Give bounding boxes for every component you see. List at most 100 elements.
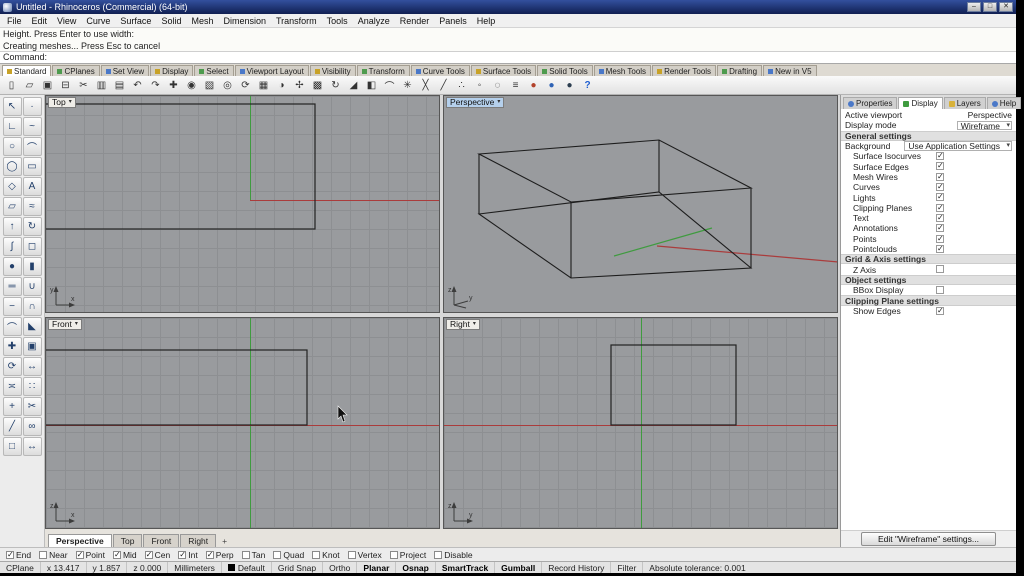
box-tool[interactable]: ◻ <box>23 237 42 256</box>
checkbox-icon[interactable] <box>76 551 84 559</box>
checkbox-icon[interactable] <box>312 551 320 559</box>
osnap-toggle[interactable]: Project <box>390 550 426 560</box>
status-toggle[interactable]: Planar <box>357 562 396 573</box>
setting-checkbox[interactable] <box>936 162 944 170</box>
osnap-toggle[interactable]: Quad <box>273 550 304 560</box>
open-file-button[interactable]: ▱ <box>21 77 38 93</box>
redo-button[interactable]: ↷ <box>147 77 164 93</box>
color-wheel-button[interactable]: ● <box>525 77 542 93</box>
osnap-toggle[interactable]: Tan <box>242 550 266 560</box>
checkbox-icon[interactable] <box>178 551 186 559</box>
save-button[interactable]: ▣ <box>39 77 56 93</box>
copy-button[interactable]: ▥ <box>93 77 110 93</box>
toolbar-tab[interactable]: Mesh Tools <box>594 65 651 76</box>
mirror-button[interactable]: ◧ <box>363 77 380 93</box>
units-button[interactable]: Millimeters <box>168 562 222 573</box>
sweep-tool[interactable]: ∫ <box>3 237 22 256</box>
panel-tab[interactable]: Display <box>898 97 942 109</box>
command-input[interactable]: Command: <box>0 52 1016 64</box>
loft-tool[interactable]: ≈ <box>23 197 42 216</box>
cylinder-tool[interactable]: ▮ <box>23 257 42 276</box>
mirror-tool[interactable]: ≍ <box>3 377 22 396</box>
layer-button[interactable]: ≡ <box>507 77 524 93</box>
osnap-toggle[interactable]: Perp <box>206 550 234 560</box>
osnap-toggle[interactable]: Mid <box>113 550 137 560</box>
toolbar-tab[interactable]: New in V5 <box>763 65 816 76</box>
title-bar[interactable]: Untitled - Rhinoceros (Commercial) (64-b… <box>0 0 1016 14</box>
current-layer-button[interactable]: Default <box>222 562 272 573</box>
viewport-label-top[interactable]: Top ▾ <box>48 97 76 108</box>
toolbar-tab[interactable]: Viewport Layout <box>235 65 309 76</box>
four-viewports-button[interactable]: ▦ <box>255 77 272 93</box>
split-button[interactable]: ╱ <box>435 77 452 93</box>
checkbox-icon[interactable] <box>434 551 442 559</box>
dimension-tool[interactable]: ↔ <box>23 437 42 456</box>
osnap-toggle[interactable]: Knot <box>312 550 340 560</box>
setting-checkbox[interactable] <box>936 224 944 232</box>
menu-item[interactable]: Panels <box>434 16 472 26</box>
toolbar-tab[interactable]: Set View <box>101 65 149 76</box>
status-toggle[interactable]: Ortho <box>323 562 357 573</box>
status-toggle[interactable]: Filter <box>611 562 643 573</box>
checkbox-icon[interactable] <box>113 551 121 559</box>
cut-button[interactable]: ✂ <box>75 77 92 93</box>
text-tool[interactable]: A <box>23 177 42 196</box>
extrude-tool[interactable]: ↑ <box>3 217 22 236</box>
viewport-label-perspective[interactable]: Perspective ▾ <box>446 97 504 108</box>
viewport-top[interactable]: Top ▾ y x <box>45 95 440 313</box>
toolbar-tab[interactable]: Surface Tools <box>471 65 536 76</box>
toolbar-tab[interactable]: CPlanes <box>52 65 99 76</box>
polygon-tool[interactable]: ◇ <box>3 177 22 196</box>
environment-sphere-button[interactable]: ● <box>561 77 578 93</box>
status-toggle[interactable]: SmartTrack <box>436 562 495 573</box>
rotate-view-button[interactable]: ⟳ <box>237 77 254 93</box>
trim-tool[interactable]: ✂ <box>23 397 42 416</box>
setting-checkbox[interactable] <box>936 286 944 294</box>
checkbox-icon[interactable] <box>206 551 214 559</box>
paste-button[interactable]: ▤ <box>111 77 128 93</box>
setting-checkbox[interactable] <box>936 204 944 212</box>
toolbar-tab[interactable]: Drafting <box>717 65 762 76</box>
setting-value[interactable]: Use Application Settings <box>904 141 1012 151</box>
viewport-tab[interactable]: Right <box>180 534 216 547</box>
checkbox-icon[interactable] <box>6 551 14 559</box>
osnap-toggle[interactable]: Near <box>39 550 67 560</box>
setting-value[interactable]: Perspective <box>968 110 1012 120</box>
trim-button[interactable]: ╳ <box>417 77 434 93</box>
object-snap-button[interactable]: ◦ <box>471 77 488 93</box>
status-toggle[interactable]: Gumball <box>495 562 542 573</box>
rotate-tool[interactable]: ⟳ <box>3 357 22 376</box>
surface-tool[interactable]: ▱ <box>3 197 22 216</box>
setting-checkbox[interactable] <box>936 235 944 243</box>
panel-tab[interactable]: Help <box>987 97 1021 109</box>
undo-button[interactable]: ↶ <box>129 77 146 93</box>
boolean-difference-tool[interactable]: − <box>3 297 22 316</box>
osnap-toggle[interactable]: Point <box>76 550 105 560</box>
menu-item[interactable]: Transform <box>271 16 322 26</box>
viewport-tab[interactable]: Top <box>113 534 143 547</box>
close-button[interactable]: ✕ <box>999 2 1013 12</box>
print-button[interactable]: ⊟ <box>57 77 74 93</box>
render-sphere-button[interactable]: ● <box>543 77 560 93</box>
status-toggle[interactable]: Osnap <box>396 562 435 573</box>
setting-checkbox[interactable] <box>936 183 944 191</box>
setting-checkbox[interactable] <box>936 307 944 315</box>
panel-tab[interactable]: Properties <box>843 97 897 109</box>
osnap-toggle[interactable]: Cen <box>145 550 171 560</box>
shaded-view-button[interactable]: ◑ <box>273 77 290 93</box>
toolbar-tab[interactable]: Visibility <box>310 65 356 76</box>
circle-tool[interactable]: ○ <box>3 137 22 156</box>
scale-tool[interactable]: ↔ <box>23 357 42 376</box>
osnap-toggle[interactable]: End <box>6 550 31 560</box>
cplane-button[interactable]: CPlane <box>0 562 41 573</box>
menu-item[interactable]: Tools <box>322 16 353 26</box>
toolbar-tab[interactable]: Curve Tools <box>411 65 470 76</box>
help-button[interactable]: ? <box>579 77 596 93</box>
menu-item[interactable]: Mesh <box>186 16 218 26</box>
join-button[interactable]: ⌒ <box>381 77 398 93</box>
setting-checkbox[interactable] <box>936 245 944 253</box>
chamfer-tool[interactable]: ◣ <box>23 317 42 336</box>
copy-object-button[interactable]: ▩ <box>309 77 326 93</box>
explode-button[interactable]: ✳ <box>399 77 416 93</box>
menu-item[interactable]: Surface <box>115 16 156 26</box>
